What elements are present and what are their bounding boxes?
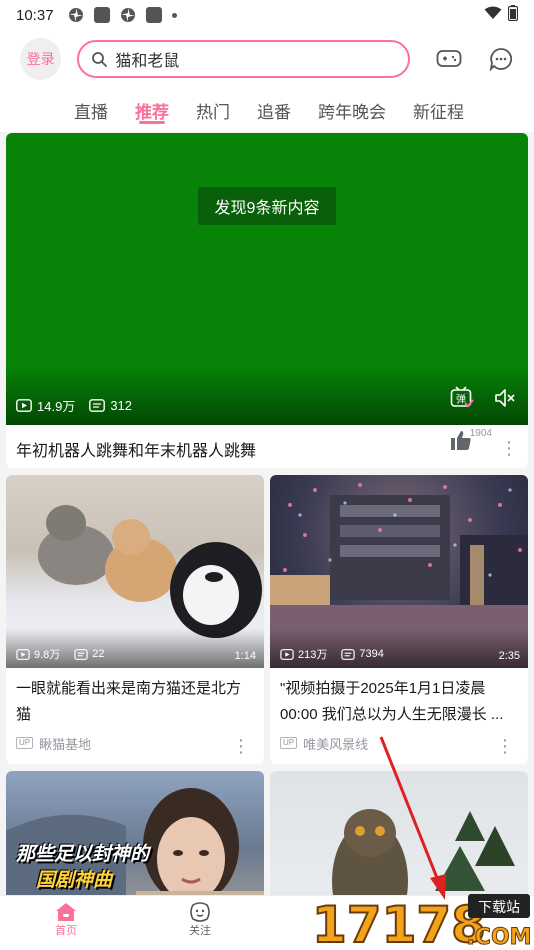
app-root: 10:37 登录 猫和老鼠 直播 推荐 热门 追番 跨年晚会 新征程 发现9条新… [0,0,534,950]
site-watermark-logo: 17178 下载站 .COM [308,892,534,950]
svg-text:下载站: 下载站 [478,900,520,916]
annotation-arrow [379,736,446,900]
svg-text:.COM: .COM [466,925,531,950]
svg-text:17178: 17178 [312,896,486,950]
